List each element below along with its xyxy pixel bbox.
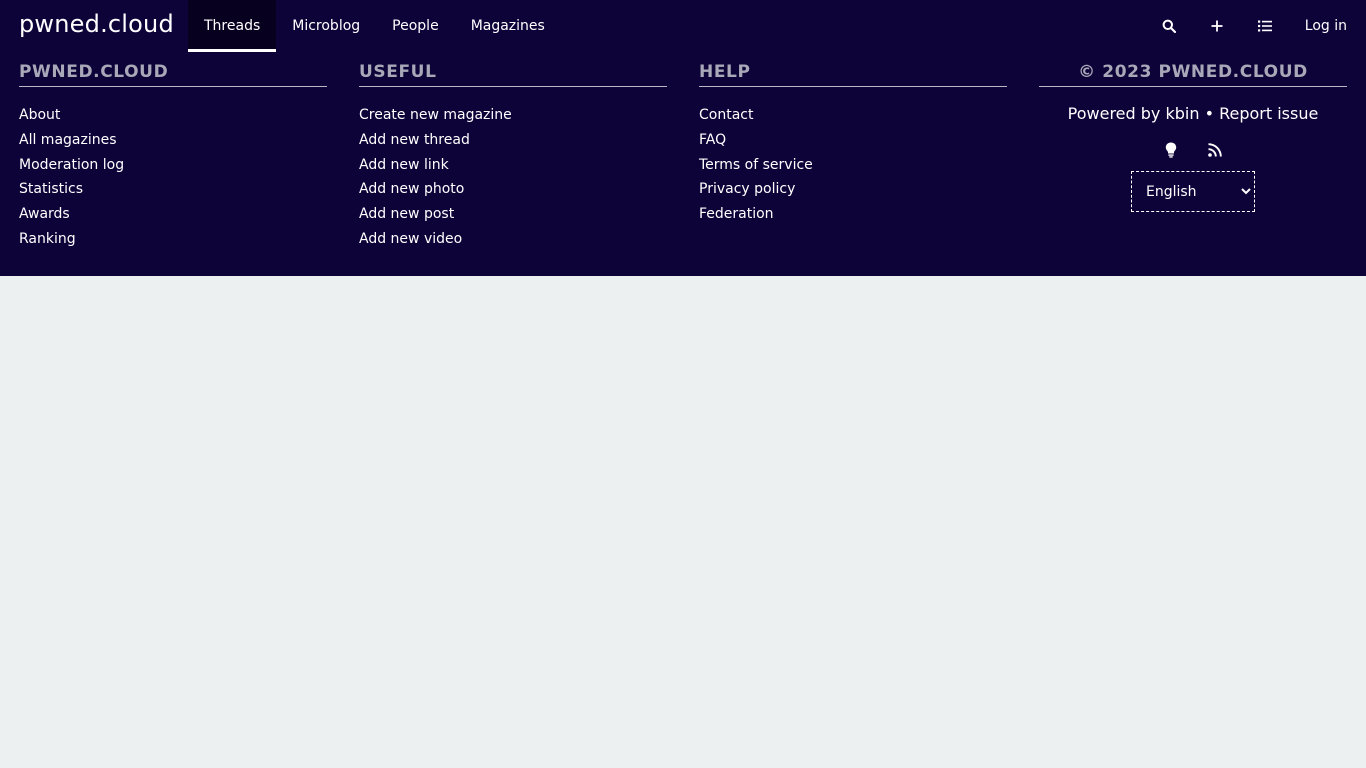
copyright-title: © 2023 PWNED.CLOUD — [1039, 62, 1347, 87]
brand-logo[interactable]: pwned.cloud — [19, 10, 174, 38]
separator: • — [1204, 104, 1215, 123]
footer-columns: PWNED.CLOUD About All magazines Moderati… — [19, 62, 1347, 254]
powered-prefix: Powered by — [1067, 104, 1161, 123]
link-awards[interactable]: Awards — [19, 206, 70, 222]
column-title-help: HELP — [699, 62, 1007, 87]
footer-column-about: © 2023 PWNED.CLOUD Powered by kbin • Rep… — [1039, 62, 1347, 254]
nav-magazines[interactable]: Magazines — [455, 0, 561, 52]
link-add-post[interactable]: Add new post — [359, 206, 454, 222]
link-add-link[interactable]: Add new link — [359, 157, 449, 173]
nav-microblog[interactable]: Microblog — [276, 0, 376, 52]
link-terms[interactable]: Terms of service — [699, 157, 813, 173]
powered-by: Powered by kbin • Report issue — [1039, 104, 1347, 123]
link-ranking[interactable]: Ranking — [19, 231, 76, 247]
nav-threads[interactable]: Threads — [188, 0, 277, 52]
link-all-magazines[interactable]: All magazines — [19, 132, 117, 148]
link-moderation-log[interactable]: Moderation log — [19, 157, 124, 173]
link-create-magazine[interactable]: Create new magazine — [359, 107, 512, 123]
login-link[interactable]: Log in — [1289, 0, 1366, 52]
footer-column-help: HELP Contact FAQ Terms of service Privac… — [699, 62, 1007, 254]
link-add-thread[interactable]: Add new thread — [359, 132, 470, 148]
report-issue-link[interactable]: Report issue — [1219, 104, 1318, 123]
link-federation[interactable]: Federation — [699, 206, 774, 222]
link-contact[interactable]: Contact — [699, 107, 753, 123]
link-statistics[interactable]: Statistics — [19, 181, 83, 197]
rss-icon[interactable] — [1206, 141, 1224, 159]
header-actions: Log in — [1145, 0, 1366, 52]
lightbulb-icon[interactable] — [1162, 141, 1180, 159]
plus-icon[interactable] — [1193, 0, 1241, 52]
footer-column-site: PWNED.CLOUD About All magazines Moderati… — [19, 62, 327, 254]
link-privacy[interactable]: Privacy policy — [699, 181, 795, 197]
site-header: pwned.cloud Threads Microblog People Mag… — [0, 0, 1366, 52]
column-title-site: PWNED.CLOUD — [19, 62, 327, 87]
language-wrap: English — [1039, 171, 1347, 212]
search-icon[interactable] — [1145, 0, 1193, 52]
list-icon[interactable] — [1241, 0, 1289, 52]
link-about[interactable]: About — [19, 107, 60, 123]
link-faq[interactable]: FAQ — [699, 132, 726, 148]
main-nav: Threads Microblog People Magazines — [188, 0, 561, 52]
top-banner: pwned.cloud Threads Microblog People Mag… — [0, 0, 1366, 276]
kbin-link[interactable]: kbin — [1165, 104, 1199, 123]
footer-icons — [1039, 141, 1347, 161]
column-title-useful: USEFUL — [359, 62, 667, 87]
language-select[interactable]: English — [1131, 171, 1255, 212]
link-add-photo[interactable]: Add new photo — [359, 181, 464, 197]
nav-people[interactable]: People — [376, 0, 455, 52]
link-add-video[interactable]: Add new video — [359, 231, 462, 247]
footer-column-useful: USEFUL Create new magazine Add new threa… — [359, 62, 667, 254]
